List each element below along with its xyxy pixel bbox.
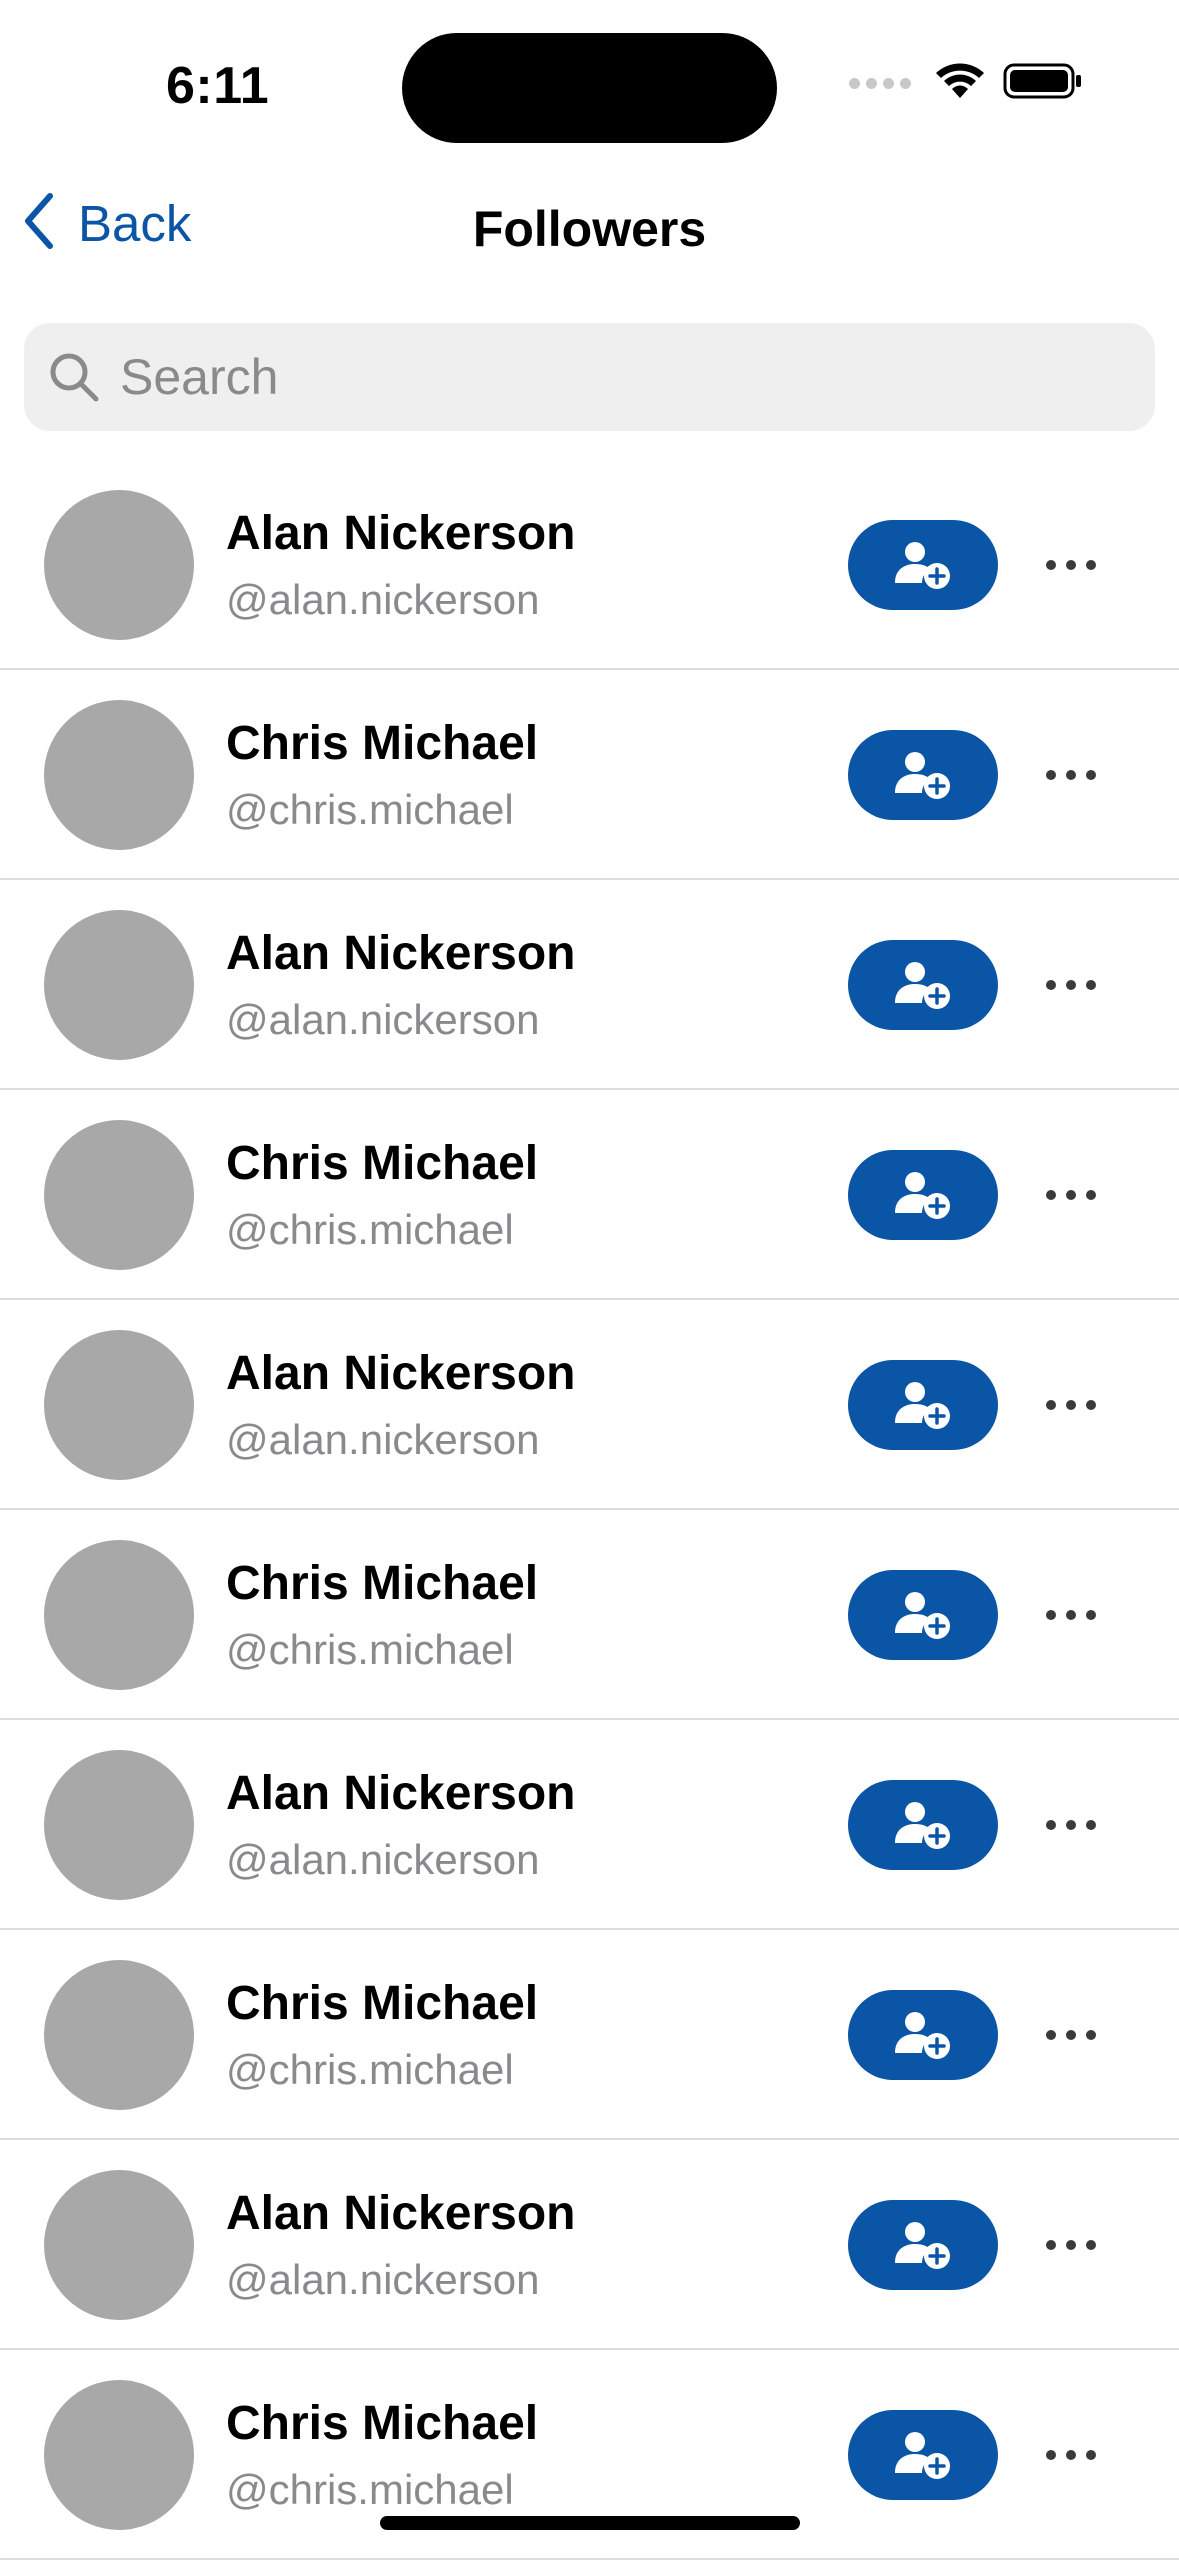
avatar[interactable]: [44, 2380, 194, 2530]
status-bar: 6:11: [0, 0, 1179, 170]
follower-row[interactable]: Chris Michael @chris.michael: [0, 1090, 1179, 1300]
follower-handle: @chris.michael: [226, 2466, 514, 2513]
ellipsis-icon: [1043, 2448, 1099, 2462]
follower-row[interactable]: Alan Nickerson @alan.nickerson: [0, 460, 1179, 670]
person-add-icon: [893, 1589, 953, 1641]
follow-button[interactable]: [848, 730, 998, 820]
follower-handle: @chris.michael: [226, 1206, 514, 1253]
follower-row[interactable]: Chris Michael @chris.michael: [0, 1930, 1179, 2140]
search-input[interactable]: [118, 347, 1122, 407]
person-add-icon: [893, 1799, 953, 1851]
follower-handle: @alan.nickerson: [226, 996, 540, 1043]
ellipsis-icon: [1043, 2238, 1099, 2252]
more-options-button[interactable]: [1036, 960, 1106, 1010]
follower-row[interactable]: Alan Nickerson @alan.nickerson: [0, 1720, 1179, 1930]
avatar[interactable]: [44, 2170, 194, 2320]
dynamic-island: [402, 33, 777, 143]
follower-handle: @chris.michael: [226, 786, 514, 833]
search-icon: [46, 349, 102, 405]
avatar[interactable]: [44, 700, 194, 850]
person-add-icon: [893, 2429, 953, 2481]
follower-name: Alan Nickerson: [226, 1347, 576, 1400]
avatar[interactable]: [44, 1540, 194, 1690]
avatar[interactable]: [44, 1120, 194, 1270]
more-options-button[interactable]: [1036, 1170, 1106, 1220]
follower-name: Chris Michael: [226, 1137, 539, 1190]
follow-button[interactable]: [848, 1150, 998, 1240]
follow-button[interactable]: [848, 1780, 998, 1870]
follower-row[interactable]: Alan Nickerson @alan.nickerson: [0, 1300, 1179, 1510]
follower-name: Alan Nickerson: [226, 1767, 576, 1820]
more-options-button[interactable]: [1036, 2220, 1106, 2270]
follow-button[interactable]: [848, 2410, 998, 2500]
follow-button[interactable]: [848, 940, 998, 1030]
follower-handle: @chris.michael: [226, 1626, 514, 1673]
more-options-button[interactable]: [1036, 1590, 1106, 1640]
person-add-icon: [893, 2009, 953, 2061]
status-time: 6:11: [166, 57, 270, 115]
follower-name: Chris Michael: [226, 2397, 539, 2450]
ellipsis-icon: [1043, 558, 1099, 572]
battery-icon: [1003, 62, 1083, 105]
follower-name: Chris Michael: [226, 1977, 539, 2030]
follower-name: Alan Nickerson: [226, 507, 576, 560]
more-options-button[interactable]: [1036, 1380, 1106, 1430]
home-indicator: [380, 2516, 800, 2530]
navigation-bar: Back Followers: [0, 170, 1179, 285]
avatar[interactable]: [44, 1750, 194, 1900]
follower-row[interactable]: Alan Nickerson @alan.nickerson: [0, 2140, 1179, 2350]
followers-list: Alan Nickerson @alan.nickerson Chris Micha…: [0, 460, 1179, 2560]
follow-button[interactable]: [848, 520, 998, 610]
more-options-button[interactable]: [1036, 2010, 1106, 2060]
follower-handle: @alan.nickerson: [226, 576, 540, 623]
more-options-button[interactable]: [1036, 750, 1106, 800]
more-options-button[interactable]: [1036, 1800, 1106, 1850]
follower-name: Chris Michael: [226, 1557, 539, 1610]
ellipsis-icon: [1043, 1188, 1099, 1202]
follow-button[interactable]: [848, 2200, 998, 2290]
follower-row[interactable]: Chris Michael @chris.michael: [0, 1510, 1179, 1720]
follower-handle: @alan.nickerson: [226, 1416, 540, 1463]
search-bar[interactable]: [24, 323, 1155, 431]
follower-row[interactable]: Alan Nickerson @alan.nickerson: [0, 880, 1179, 1090]
person-add-icon: [893, 959, 953, 1011]
avatar[interactable]: [44, 910, 194, 1060]
ellipsis-icon: [1043, 1818, 1099, 1832]
ellipsis-icon: [1043, 2028, 1099, 2042]
page-title: Followers: [472, 201, 707, 257]
person-add-icon: [893, 539, 953, 591]
ellipsis-icon: [1043, 1608, 1099, 1622]
avatar[interactable]: [44, 1960, 194, 2110]
follower-row[interactable]: Chris Michael @chris.michael: [0, 670, 1179, 880]
wifi-icon: [935, 62, 985, 105]
person-add-icon: [893, 1169, 953, 1221]
more-options-button[interactable]: [1036, 540, 1106, 590]
person-add-icon: [893, 1379, 953, 1431]
ellipsis-icon: [1043, 1398, 1099, 1412]
follow-button[interactable]: [848, 1570, 998, 1660]
cellular-signal-icon: [849, 78, 911, 89]
ellipsis-icon: [1043, 768, 1099, 782]
avatar[interactable]: [44, 1330, 194, 1480]
follower-handle: @alan.nickerson: [226, 1836, 540, 1883]
follow-button[interactable]: [848, 1360, 998, 1450]
follower-name: Chris Michael: [226, 717, 539, 770]
person-add-icon: [893, 2219, 953, 2271]
follow-button[interactable]: [848, 1990, 998, 2080]
follower-handle: @alan.nickerson: [226, 2256, 540, 2303]
status-indicators: [849, 62, 1083, 105]
person-add-icon: [893, 749, 953, 801]
more-options-button[interactable]: [1036, 2430, 1106, 2480]
follower-name: Alan Nickerson: [226, 2187, 576, 2240]
follower-name: Alan Nickerson: [226, 927, 576, 980]
follower-handle: @chris.michael: [226, 2046, 514, 2093]
ellipsis-icon: [1043, 978, 1099, 992]
avatar[interactable]: [44, 490, 194, 640]
